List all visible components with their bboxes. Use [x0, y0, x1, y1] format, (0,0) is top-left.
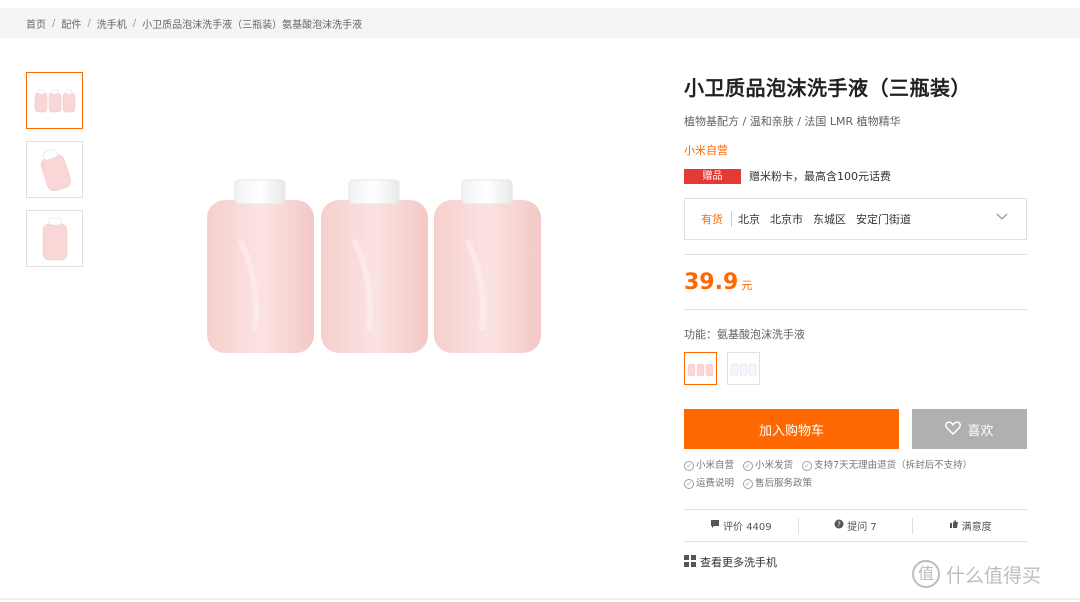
product-title: 小卫质品泡沫洗手液（三瓶装） [684, 76, 971, 100]
service-list: ✓ 小米自营 ✓ 小米发货 ✓ 支持7天无理由退货（拆封后不支持） ✓ 运费说明 ✓ 售后… [684, 457, 1027, 493]
variant-amino-acid[interactable] [684, 352, 717, 385]
satisfaction-link[interactable]: 满意度 [913, 518, 1027, 533]
breadcrumb: 首页 / 配件 / 洗手机 / 小卫质品泡沫洗手液（三瓶装）氨基酸泡沫洗手液 [0, 8, 1080, 38]
watermark: 值 什么值得买 [912, 560, 1041, 588]
check-circle-icon: ✓ [743, 461, 754, 471]
watermark-text: 什么值得买 [946, 564, 1042, 587]
check-circle-icon: ✓ [743, 479, 754, 489]
price-row: 39.9 元 [684, 255, 1027, 309]
product-info-panel: 小卫质品泡沫洗手液（三瓶装） 植物基配方 / 温和亲肤 / 法国 LMR 植物精… [684, 72, 1027, 570]
watermark-logo-icon: 值 [912, 560, 940, 588]
breadcrumb-separator: / [87, 17, 91, 29]
feature-label: 功能：氨基酸泡沫洗手液 [684, 328, 805, 341]
bottom-divider [0, 598, 1080, 600]
address-city: 北京市 [770, 213, 803, 226]
questions-link[interactable]: ? 提问 7 [799, 518, 913, 533]
delivery-address-selector[interactable]: 有货 北京 北京市 东城区 安定门街道 [684, 198, 1027, 240]
thumbs-up-icon [949, 519, 959, 532]
divider [684, 541, 1027, 542]
question-icon: ? [834, 519, 844, 532]
main-product-image [180, 150, 570, 390]
price-value: 39.9 [684, 269, 739, 295]
thumbnail-single-bottle-angle[interactable] [26, 141, 83, 198]
gift-row: 赠品 赠米粉卡，最高含100元话费 [684, 168, 1027, 184]
grid-icon [684, 554, 696, 570]
variant-bottles-image [687, 363, 714, 376]
questions-count: 提问 7 [847, 522, 877, 533]
check-circle-icon: ✓ [684, 461, 694, 471]
breadcrumb-separator: / [52, 17, 56, 29]
action-buttons: 加入购物车 喜欢 [684, 409, 1027, 449]
service-item[interactable]: ✓ 售后服务政策 [743, 475, 812, 493]
reviews-count: 评价 4409 [723, 522, 772, 533]
breadcrumb-hand-washer[interactable]: 洗手机 [97, 16, 127, 31]
service-item: ✓ 小米自营 [684, 457, 734, 475]
service-item[interactable]: ✓ 支持7天无理由退货（拆封后不支持） [802, 457, 972, 475]
breadcrumb-accessories[interactable]: 配件 [61, 16, 81, 31]
self-operated-label: 小米自营 [684, 144, 728, 157]
three-bottles-image [34, 89, 75, 112]
like-button[interactable]: 喜欢 [912, 409, 1027, 449]
like-label: 喜欢 [967, 422, 994, 438]
price-unit: 元 [741, 279, 753, 292]
thumbnail-single-bottle[interactable] [26, 210, 83, 267]
address-street: 安定门街道 [856, 213, 911, 226]
reviews-link[interactable]: 评价 4409 [684, 518, 798, 533]
comment-icon [710, 519, 720, 532]
variant-list [684, 352, 1027, 385]
breadcrumb-home[interactable]: 首页 [26, 16, 46, 31]
review-bar: 评价 4409 ? 提问 7 满意度 [684, 510, 1027, 541]
service-item[interactable]: ✓ 运费说明 [684, 475, 734, 493]
single-bottle-angled-image [40, 148, 71, 191]
gift-tag: 赠品 [684, 168, 741, 184]
add-to-cart-button[interactable]: 加入购物车 [684, 409, 899, 449]
address-province: 北京 [738, 213, 760, 226]
thumbnail-three-bottles[interactable] [26, 72, 83, 129]
stock-status: 有货 [701, 211, 732, 227]
heart-icon [945, 420, 962, 438]
gift-text: 赠米粉卡，最高含100元话费 [749, 170, 891, 183]
variant-bottles-image [730, 363, 757, 376]
three-bottles-main-image [207, 179, 541, 353]
satisfaction-label: 满意度 [961, 522, 992, 533]
svg-text:?: ? [837, 521, 841, 529]
variant-other[interactable] [727, 352, 760, 385]
chevron-down-icon[interactable] [996, 211, 1008, 224]
address-district: 东城区 [813, 213, 846, 226]
divider [684, 309, 1027, 310]
product-subtitle: 植物基配方 / 温和亲肤 / 法国 LMR 植物精华 [684, 115, 901, 128]
check-circle-icon: ✓ [684, 479, 694, 489]
service-item: ✓ 小米发货 [743, 457, 793, 475]
single-bottle-image [42, 217, 67, 260]
more-label: 查看更多洗手机 [700, 556, 777, 569]
breadcrumb-current: 小卫质品泡沫洗手液（三瓶装）氨基酸泡沫洗手液 [142, 19, 363, 31]
breadcrumb-separator: / [132, 17, 137, 29]
check-circle-icon: ✓ [802, 461, 813, 471]
thumbnail-list [26, 72, 83, 279]
